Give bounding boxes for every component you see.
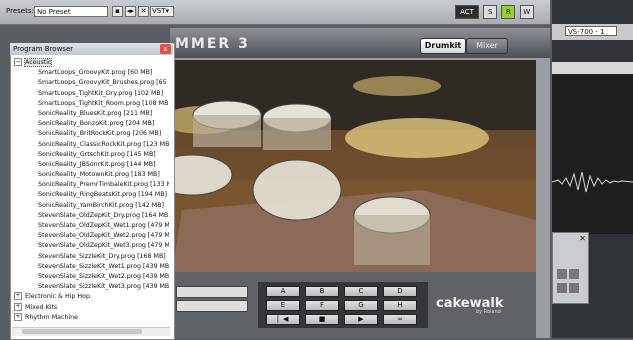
tab-mixer[interactable]: Mixer [466,38,508,54]
program-item[interactable]: SmartLoops_TightKit_Dry.prog [102 MB] [14,89,169,99]
pad-e[interactable]: E [266,300,300,311]
loop-icon[interactable]: ∞ [383,314,417,325]
program-item[interactable]: StevenSlate_OldZepKit_Wet2.prog [479 MB] [14,231,169,241]
grid-icon[interactable] [569,283,579,293]
browser-titlebar[interactable]: Program Browser x [10,43,173,55]
expand-icon[interactable]: + [14,292,22,301]
grid-icon[interactable] [557,269,567,279]
tree-folder[interactable]: + Electronic & Hip Hop [14,292,169,302]
program-item[interactable]: SmartLoops_TightKit_Room.prog [108 MB] [14,99,169,109]
program-item[interactable]: StevenSlate_SizzleKit_Wet3.prog [439 MB] [14,282,169,292]
close-icon[interactable]: x [160,44,171,54]
rewind-icon[interactable]: ▏◀ [266,314,300,325]
pad-c[interactable]: C [344,286,378,297]
program-item[interactable]: SonicReality_BonzoKit.prog [204 MB] [14,119,169,129]
program-item[interactable]: SmartLoops_GroovyKit.prog [60 MB] [14,68,169,78]
play-icon[interactable]: ▶ [344,314,378,325]
mini-window: ✕ [552,232,589,304]
preset-arrows-icon[interactable]: ◂▸ [125,6,136,17]
tree-folder[interactable]: + Rhythm Machine [14,312,169,323]
instrument-select[interactable]: VS-700 - 1 [565,26,617,36]
pad-a[interactable]: A [266,286,300,297]
act-button[interactable]: ACT [455,5,479,19]
folder-label: Mixed Kits [25,303,58,311]
drumkit-view [172,60,536,272]
crash-cymbal [353,76,441,96]
pad-h[interactable]: H [383,300,417,311]
folder-label: Electronic & Hip Hop [25,293,91,301]
save-preset-icon[interactable]: ▪ [112,6,123,17]
roland-logo: by Roland [476,309,501,315]
program-item[interactable]: SonicReality_ClassicRockKit.prog [123 MB… [14,140,169,150]
write-automation-button[interactable]: W [519,5,534,19]
scrollbar-thumb[interactable] [22,329,142,334]
horizontal-scrollbar[interactable] [12,327,170,336]
tempo-field[interactable] [176,300,248,312]
program-item[interactable]: SonicReality_BluesKit.prog [211 MB] [14,109,169,119]
pad-d[interactable]: D [383,286,417,297]
program-item[interactable]: StevenSlate_SizzleKit_Wet1.prog [439 MB] [14,262,169,272]
toolbar-right-buttons: ACT S R W [455,5,536,19]
delete-preset-icon[interactable]: ✕ [138,6,149,17]
program-item[interactable]: StevenSlate_OldZepKit_Dry.prog [164 MB] [14,211,169,221]
pad-b[interactable]: B [305,286,339,297]
program-item[interactable]: SonicReality_RingBeatsKit.prog [194 MB] [14,190,169,200]
stop-icon[interactable]: ■ [305,314,339,325]
pad-f[interactable]: F [305,300,339,311]
pad-g[interactable]: G [344,300,378,311]
program-item[interactable]: StevenSlate_SizzleKit_Wet2.prog [439 MB] [14,272,169,282]
folder-label: Acoustic [23,58,53,67]
session-drummer-logo: MMER 3 [175,36,250,52]
tree-folder-acoustic[interactable]: − Acoustic [14,58,169,68]
waveform [551,171,633,193]
drumkit-image [172,60,536,272]
collapse-icon[interactable]: − [14,58,22,66]
vst-label: VST [152,7,166,15]
vst-menu[interactable]: VST▾ [150,6,174,17]
plugin-toolbar: Presets: No Preset ▪ ◂▸ ✕ VST▾ ACT S R W [0,0,550,25]
program-item[interactable]: SonicReality_MotownKit.prog [183 MB] [14,170,169,180]
read-automation-button[interactable]: R [501,5,516,19]
program-item[interactable]: StevenSlate_SizzleKit_Dry.prog [168 MB] [14,252,169,262]
expand-icon[interactable]: + [14,302,22,311]
preset-select[interactable]: No Preset [34,6,108,17]
sidechain-button[interactable]: S [483,5,498,19]
expand-icon[interactable]: + [14,312,22,321]
grid-icon[interactable] [557,283,567,293]
folder-label: Rhythm Machine [25,313,79,321]
program-item[interactable]: SonicReality_YamBirchKit.prog [142 MB] [14,201,169,211]
grid-icon[interactable] [569,269,579,279]
ride-cymbal [345,118,489,158]
audio-clip[interactable] [551,74,633,234]
program-tree: − Acoustic SmartLoops_GroovyKit.prog [60 … [14,58,169,323]
pad-section: A B C D E F G H ▏◀ ■ ▶ ∞ [258,282,428,328]
kick-drum [252,159,342,221]
program-item[interactable]: StevenSlate_OldZepKit_Wet3.prog [479 MB] [14,241,169,251]
close-icon[interactable]: ✕ [579,234,586,243]
browser-title: Program Browser [13,45,74,53]
program-item[interactable]: StevenSlate_OldZepKit_Wet1.prog [479 MB] [14,221,169,231]
tab-drumkit[interactable]: Drumkit [420,38,466,54]
program-item[interactable]: SonicReality_PremrTimbaleKit.prog [133 M… [14,180,169,190]
tree-folder[interactable]: + Mixed Kits [14,302,169,313]
timeline-ruler[interactable] [552,62,633,74]
program-item[interactable]: SmartLoops_GroovyKit_Brushes.prog [65 M [14,78,169,88]
pattern-field[interactable] [176,286,248,298]
program-item[interactable]: SonicReality_BritRockKit.prog [206 MB] [14,129,169,139]
program-item[interactable]: SonicReality_GrtschKit.prog [145 MB] [14,150,169,160]
presets-label: Presets: [6,7,34,15]
program-item[interactable]: SonicReality_JBSonrKit.prog [144 MB] [14,160,169,170]
